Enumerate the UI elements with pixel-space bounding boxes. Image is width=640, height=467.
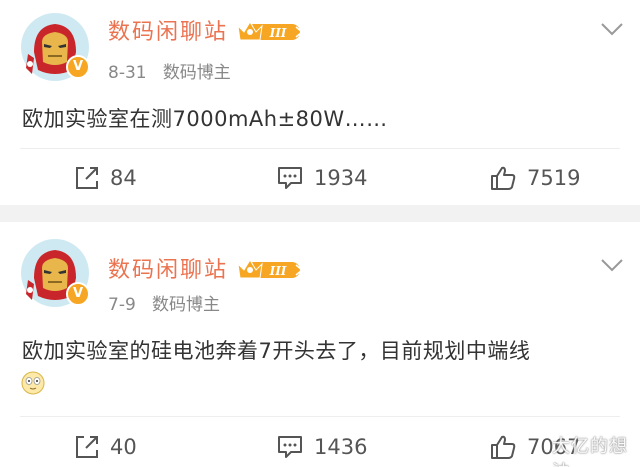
thumbs-up-icon	[491, 166, 516, 190]
like-button[interactable]: 7519	[489, 163, 580, 193]
share-icon	[76, 167, 98, 189]
share-icon	[76, 436, 98, 458]
weibo-feed: V 数码闲聊站 III 8-31 数码博主 欧加实验室在测7000mAh±80W…	[0, 0, 640, 467]
share-count: 84	[110, 166, 137, 190]
post-meta: 7-9 数码博主	[108, 290, 220, 315]
post-source: 数码博主	[162, 63, 231, 83]
comment-icon	[278, 167, 302, 189]
chevron-down-icon[interactable]	[600, 22, 624, 36]
crown-level-icon[interactable]: III	[236, 256, 308, 282]
share-button[interactable]: 84	[74, 163, 137, 193]
divider	[20, 416, 620, 417]
divider	[20, 148, 620, 149]
like-count: 7519	[527, 166, 581, 190]
svg-text:III: III	[269, 264, 287, 278]
comment-icon	[278, 436, 302, 458]
post-meta: 8-31 数码博主	[108, 58, 231, 83]
user-name[interactable]: 数码闲聊站	[108, 14, 228, 46]
emoji-icon	[21, 371, 45, 395]
feed-separator	[0, 205, 640, 222]
post-date: 7-9	[108, 295, 136, 315]
svg-text:III: III	[269, 26, 287, 40]
share-button[interactable]: 40	[74, 432, 137, 462]
share-count: 40	[110, 435, 137, 459]
post-card: V 数码闲聊站 III 7-9 数码博主 欧加实验室的硅电池奔着7开头去了，目前…	[0, 222, 640, 467]
post-source: 数码博主	[152, 295, 220, 315]
post-date: 8-31	[108, 63, 147, 83]
post-text: 欧加实验室在测7000mAh±80W……	[22, 107, 388, 131]
chevron-down-icon[interactable]	[600, 258, 624, 272]
user-name[interactable]: 数码闲聊站	[108, 252, 228, 284]
verified-v-icon: V	[66, 282, 90, 306]
post-text: 欧加实验室的硅电池奔着7开头去了，目前规划中端线	[22, 339, 531, 363]
thumbs-up-icon	[491, 435, 516, 459]
crown-level-icon[interactable]: III	[236, 18, 308, 44]
comment-button[interactable]: 1436	[276, 432, 367, 462]
comment-count: 1436	[314, 435, 368, 459]
comment-count: 1934	[314, 166, 368, 190]
watermark: 大亿的想法	[552, 436, 628, 467]
comment-button[interactable]: 1934	[276, 163, 367, 193]
post-card: V 数码闲聊站 III 8-31 数码博主 欧加实验室在测7000mAh±80W…	[0, 0, 640, 205]
verified-v-icon: V	[66, 55, 90, 79]
